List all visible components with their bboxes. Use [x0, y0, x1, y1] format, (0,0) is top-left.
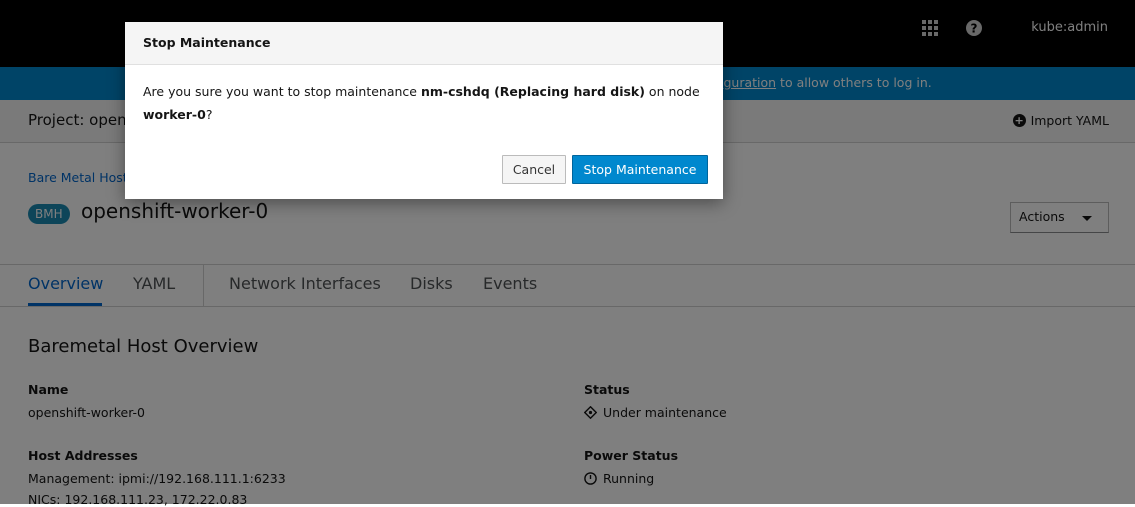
stop-maintenance-dialog: Stop Maintenance Are you sure you want t…: [125, 22, 723, 199]
modal-text-mid: on node: [644, 84, 700, 99]
modal-title: Stop Maintenance: [143, 35, 271, 50]
modal-body: Are you sure you want to stop maintenanc…: [143, 80, 703, 126]
modal-header: Stop Maintenance: [125, 22, 723, 65]
node-name: worker-0: [143, 107, 206, 122]
modal-text-prefix: Are you sure you want to stop maintenanc…: [143, 84, 421, 99]
maintenance-name: nm-cshdq (Replacing hard disk): [420, 84, 645, 99]
modal-text-suffix: ?: [205, 107, 213, 122]
stop-maintenance-button[interactable]: Stop Maintenance: [572, 155, 708, 184]
cancel-button[interactable]: Cancel: [502, 155, 566, 184]
